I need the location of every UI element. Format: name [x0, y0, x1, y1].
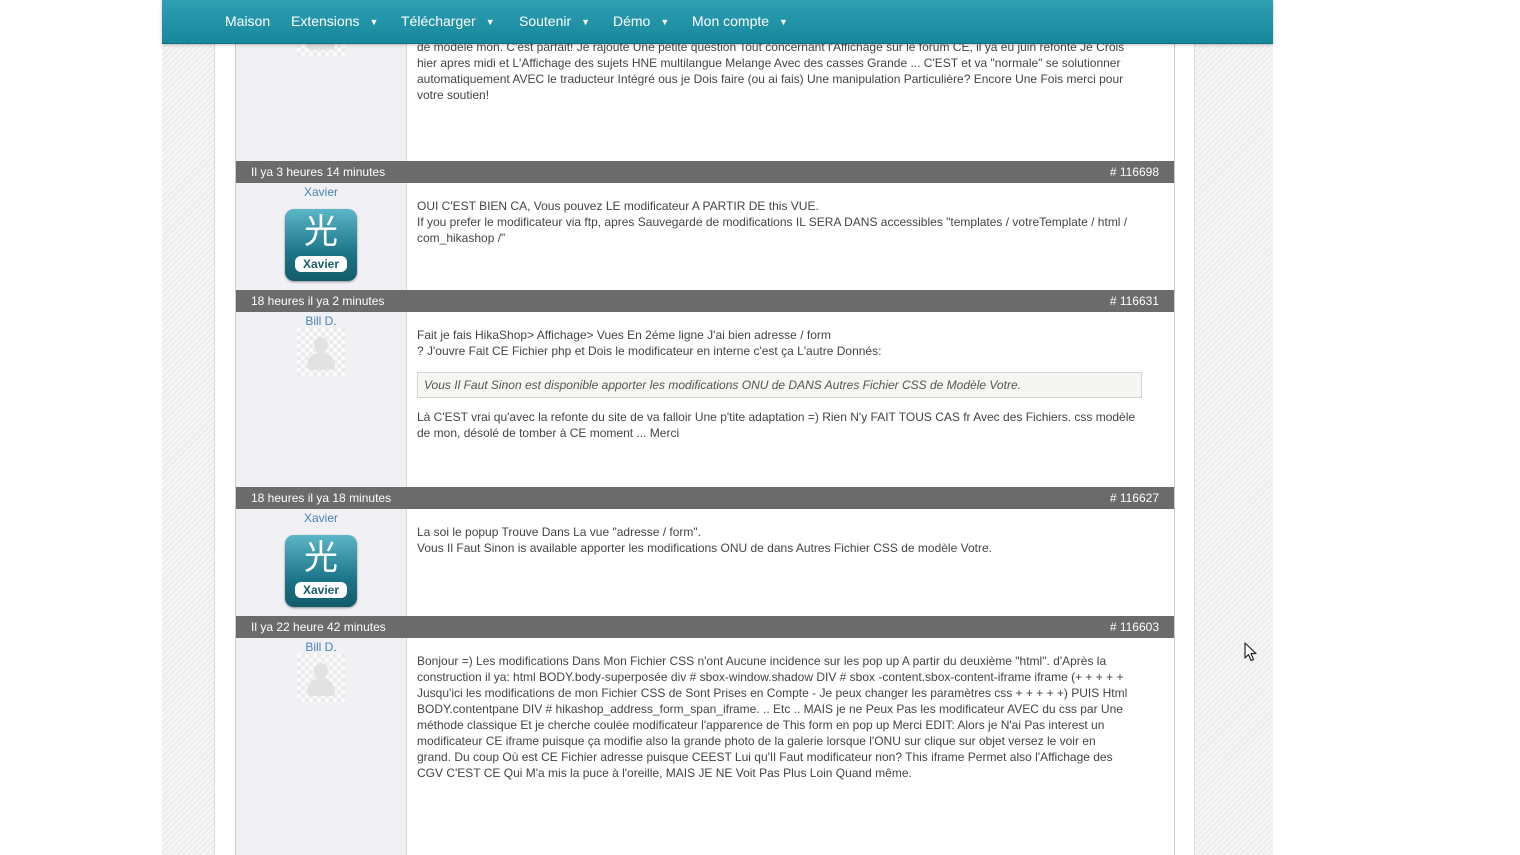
- author-name-link[interactable]: Bill D.: [236, 640, 406, 654]
- caret-down-icon: ▼: [485, 17, 495, 27]
- post-date: 18 heures il ya 2 minutes: [251, 294, 385, 308]
- nav-item-telecharger[interactable]: Télécharger ▼: [401, 0, 495, 43]
- message-line: ? J'ouvre Fait CE Fichier php et Dois le…: [417, 344, 882, 358]
- post-date: Il ya 3 heures 14 minutes: [251, 165, 386, 179]
- message-line: Fait je fais HikaShop> Affichage> Vues E…: [417, 328, 831, 342]
- message-line: BODY.contentpane DIV # hikashop_address_…: [417, 702, 1123, 716]
- post-date: Il ya 22 heure 42 minutes: [251, 620, 386, 634]
- post-number-link[interactable]: # 116627: [1110, 487, 1159, 509]
- post-body: Xavier 光 Xavier OUI C'EST BIEN CA, Vous …: [236, 183, 1174, 290]
- avatar-label: Xavier: [295, 256, 347, 272]
- message-line: Vous Il Faut Sinon is available apporter…: [417, 541, 992, 555]
- nav-item-extensions[interactable]: Extensions ▼: [291, 0, 378, 43]
- author-name-link[interactable]: Xavier: [236, 185, 406, 199]
- post-message: Fait je fais HikaShop> Affichage> Vues E…: [417, 327, 1142, 441]
- message-line: La soi le popup Trouve Dans La vue "adre…: [417, 525, 702, 539]
- post-message: OUI C'EST BIEN CA, Vous pouvez LE modifi…: [417, 198, 1142, 246]
- message-line: modificateur CE iframe puisque ça modifi…: [417, 734, 1096, 748]
- message-line: If you prefer le modificateur via ftp, a…: [417, 215, 1128, 229]
- forum-post: 18 heures il ya 2 minutes # 116631 Bill …: [236, 290, 1174, 487]
- avatar-glyph: 光: [304, 538, 338, 578]
- post-message: Bonjour =) Les modifications Dans Mon Fi…: [417, 653, 1142, 781]
- main-navbar: Maison Extensions ▼ Télécharger ▼ Soutenir…: [162, 0, 1273, 44]
- post-number-link[interactable]: # 116603: [1110, 616, 1159, 638]
- post-date: 18 heures il ya 18 minutes: [251, 491, 392, 505]
- default-avatar-icon: [297, 654, 345, 702]
- message-line: automatiquement AVEC le traducteur Intég…: [417, 72, 1124, 86]
- post-number-link[interactable]: # 116631: [1110, 290, 1159, 312]
- avatar-glyph: 光: [304, 212, 338, 252]
- post-number-link[interactable]: # 116698: [1110, 161, 1159, 183]
- message-line: votre soutien!: [417, 88, 490, 102]
- author-name-link[interactable]: Xavier: [236, 511, 406, 525]
- nav-item-label: Mon compte: [692, 13, 770, 29]
- nav-item-maison[interactable]: Maison: [225, 0, 270, 43]
- forum-thread: de modèle mon. C'est parfait! Je rajoute…: [235, 0, 1175, 855]
- caret-down-icon: ▼: [581, 17, 591, 27]
- caret-down-icon: ▼: [660, 17, 670, 27]
- nav-item-label: Extensions: [291, 13, 360, 29]
- post-header: 18 heures il ya 2 minutes # 116631: [236, 290, 1174, 312]
- message-line: CGV C'EST CE Qui M'a mis la puce à l'ore…: [417, 766, 912, 780]
- message-line: construction il ya: html BODY.body-super…: [417, 670, 1124, 684]
- post-body: Bill D. Fait je fais HikaShop> Affichage…: [236, 312, 1174, 487]
- mouse-cursor-icon: [1244, 642, 1257, 662]
- message-line: méthode classique Et je cherche coulée m…: [417, 718, 1105, 732]
- post-body: Xavier 光 Xavier La soi le popup Trouve D…: [236, 509, 1174, 616]
- author-column: Xavier 光 Xavier: [236, 509, 407, 616]
- message-line: com_hikashop /": [417, 231, 506, 245]
- nav-item-label: Soutenir: [519, 13, 572, 29]
- nav-item-label: Maison: [225, 13, 271, 29]
- caret-down-icon: ▼: [369, 17, 379, 27]
- message-line: hier apres midi et L'Affichage des sujet…: [417, 56, 1121, 70]
- nav-item-mon-compte[interactable]: Mon compte ▼: [692, 0, 788, 43]
- nav-item-label: Télécharger: [401, 13, 476, 29]
- post-header: Il ya 3 heures 14 minutes # 116698: [236, 161, 1174, 183]
- author-column: Bill D.: [236, 312, 407, 487]
- post-body: Bill D. Bonjour =) Les modifications Dan…: [236, 638, 1174, 855]
- author-column: Bill D.: [236, 638, 407, 855]
- avatar-label: Xavier: [295, 582, 347, 598]
- message-line: Jusqu'ici les modifications de mon Fichi…: [417, 686, 1128, 700]
- author-column: Xavier 光 Xavier: [236, 183, 407, 290]
- nav-item-demo[interactable]: Démo ▼: [613, 0, 669, 43]
- message-line: Bonjour =) Les modifications Dans Mon Fi…: [417, 654, 1107, 668]
- avatar[interactable]: 光 Xavier: [285, 535, 357, 607]
- message-line: grand. Du coup Où est CE Fichier adresse…: [417, 750, 1113, 764]
- post-header: Il ya 22 heure 42 minutes # 116603: [236, 616, 1174, 638]
- post-message: La soi le popup Trouve Dans La vue "adre…: [417, 524, 1142, 556]
- forum-post: Il ya 22 heure 42 minutes # 116603 Bill …: [236, 616, 1174, 855]
- message-line: Là C'EST vrai qu'avec la refonte du site…: [417, 410, 1136, 424]
- avatar[interactable]: 光 Xavier: [285, 209, 357, 281]
- nav-item-label: Démo: [613, 13, 651, 29]
- forum-post: Il ya 3 heures 14 minutes # 116698 Xavie…: [236, 161, 1174, 290]
- forum-post: 18 heures il ya 18 minutes # 116627 Xavi…: [236, 487, 1174, 616]
- author-name-link[interactable]: Bill D.: [236, 314, 406, 328]
- quoted-text: Vous Il Faut Sinon est disponible apport…: [417, 372, 1142, 398]
- post-header: 18 heures il ya 18 minutes # 116627: [236, 487, 1174, 509]
- default-avatar-icon: [297, 328, 345, 376]
- nav-item-soutenir[interactable]: Soutenir ▼: [519, 0, 590, 43]
- message-line: de mon, désolé de tomber à CE moment ...…: [417, 426, 680, 440]
- caret-down-icon: ▼: [779, 17, 788, 27]
- message-line: OUI C'EST BIEN CA, Vous pouvez LE modifi…: [417, 199, 819, 213]
- post-message: de modèle mon. C'est parfait! Je rajoute…: [417, 39, 1142, 103]
